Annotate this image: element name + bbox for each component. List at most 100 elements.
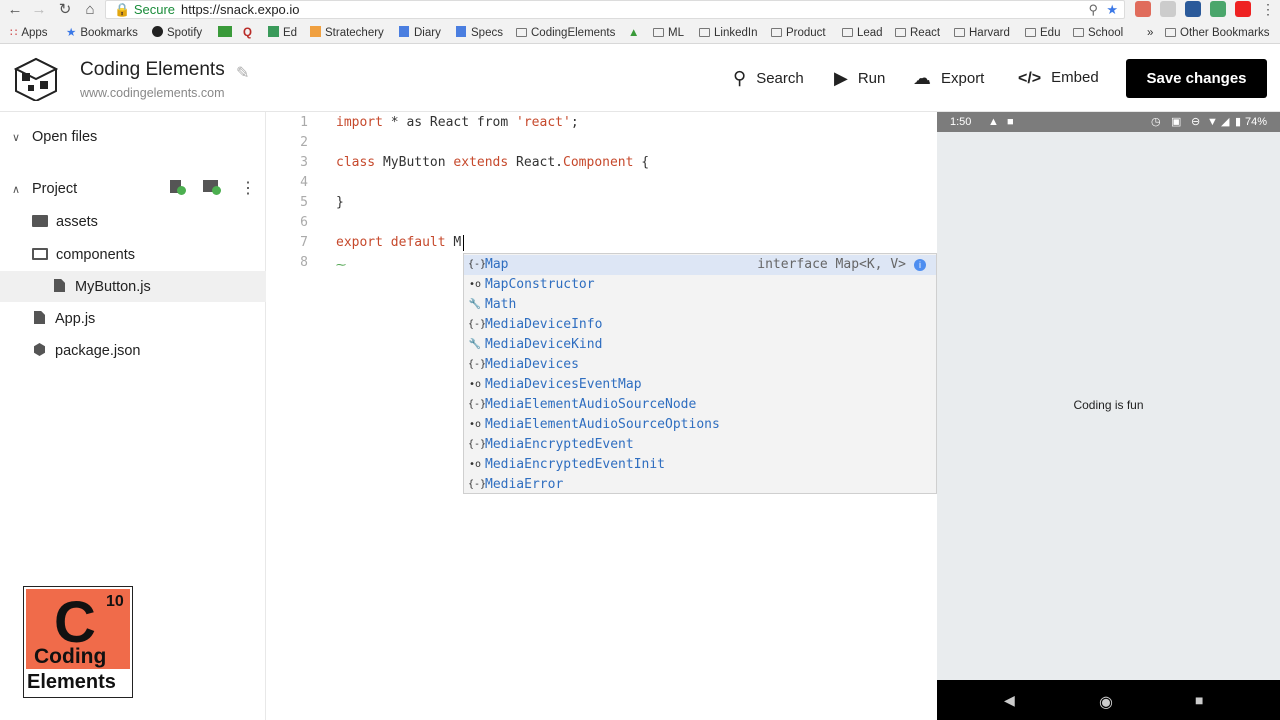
secure-label: 🔒 Secure [114,2,176,17]
autocomplete-item[interactable]: {-} MediaEncryptedEvent [464,435,936,455]
autocomplete-item[interactable]: {-} Map interface Map<K, V> i [464,255,936,275]
folder-icon [1165,28,1176,37]
sidebar-item-mybutton[interactable]: MyButton.js [54,279,151,295]
bookmark-quora[interactable]: Q [243,26,252,40]
android-back-icon[interactable]: ◀ [1004,692,1020,708]
notification-icon: ▲ [988,116,999,128]
sidebar-item-package[interactable]: package.json [34,343,140,359]
android-home-icon[interactable]: ◉ [1099,692,1115,711]
autocomplete-label: MediaEncryptedEvent [485,437,634,452]
app-url: www.codingelements.com [80,86,225,100]
extension-icon-1[interactable] [1135,1,1151,17]
address-bar[interactable]: 🔒 Secure https://snack.expo.io ⚲ ★ [105,0,1125,19]
new-folder-icon[interactable] [203,180,221,196]
techcrunch-icon [218,26,232,37]
bookmark-specs[interactable]: Specs [456,26,503,40]
sidebar-item-app[interactable]: App.js [34,311,95,327]
info-icon[interactable]: i [914,259,926,271]
battery-icon: ▮ [1235,116,1242,128]
bookmark-react[interactable]: React [895,26,940,40]
export-label: Export [941,70,985,87]
open-files-toggle[interactable]: ∨ Open files [12,129,97,145]
menu-icon[interactable]: ⋮ [1260,1,1276,17]
autocomplete-item[interactable]: {-} MediaError [464,475,936,495]
folder-icon [699,28,710,37]
sidebar-item-label: MyButton.js [75,279,151,295]
bookmark-drive[interactable]: ▲ [628,26,639,40]
bookmark-bookmarks[interactable]: ★ Bookmarks [66,26,138,40]
folder-icon [771,28,782,37]
bookmark-linkedin[interactable]: LinkedIn [699,26,757,40]
autocomplete-item[interactable]: {-} MediaElementAudioSourceNode [464,395,936,415]
stratechery-icon [310,26,321,37]
bookmarks-overflow-icon[interactable]: » [1147,26,1153,40]
extension-icon-4[interactable] [1210,1,1226,17]
variable-icon: •o [468,279,482,290]
bookmark-label: CodingElements [531,27,616,39]
sidebar-item-assets[interactable]: assets [32,214,98,230]
autocomplete-label: MediaError [485,477,564,492]
autocomplete-popup[interactable]: {-} Map interface Map<K, V> i •o MapConstruc… [463,253,937,494]
bookmark-tc[interactable] [218,26,236,40]
interface-icon: {-} [468,319,487,330]
bookmark-label: Specs [471,27,503,39]
bookmark-label: Bookmarks [80,27,138,39]
extension-icon-2[interactable] [1160,1,1176,17]
extension-icon-5[interactable] [1235,1,1251,17]
code-text: M [445,235,462,250]
bookmark-product[interactable]: Product [771,26,826,40]
autocomplete-item[interactable]: 🔧 MediaDeviceKind [464,335,936,355]
code-editor[interactable]: 1 2 3 4 5 6 7 8 import * as React from '… [266,112,937,720]
save-changes-button[interactable]: Save changes [1126,59,1267,98]
search-button[interactable]: ⚲ Search [733,67,804,89]
alarm-icon: ◷ [1151,116,1161,128]
autocomplete-item[interactable]: •o MediaEncryptedEventInit [464,455,936,475]
autocomplete-label: MediaDeviceInfo [485,317,603,332]
bookmark-apps[interactable]: ∷ Apps [10,26,48,40]
embed-button[interactable]: </> Embed [1018,67,1099,89]
bookmark-harvard[interactable]: Harvard [954,26,1010,40]
back-icon[interactable]: ← [4,1,26,19]
zoom-icon[interactable]: ⚲ [1088,1,1098,18]
home-icon[interactable]: ⌂ [79,1,101,19]
star-icon: ★ [66,27,77,39]
bookmark-spotify[interactable]: Spotify [152,26,202,40]
reload-icon[interactable]: ↻ [54,1,76,19]
autocomplete-item[interactable]: {-} MediaDeviceInfo [464,315,936,335]
bookmark-edu[interactable]: Edu [1025,26,1060,40]
new-file-icon[interactable] [170,180,186,196]
browser-chrome: ← → ↻ ⌂ 🔒 Secure https://snack.expo.io ⚲… [0,0,1280,44]
edit-name-icon[interactable]: ✎ [236,63,249,83]
bookmark-other[interactable]: Other Bookmarks [1165,26,1269,40]
android-recents-icon[interactable]: ■ [1195,692,1211,708]
autocomplete-label: MediaDevices [485,357,579,372]
export-button[interactable]: ☁ Export [913,67,984,89]
project-toggle[interactable]: ∧ Project [12,181,77,197]
autocomplete-item[interactable]: {-} MediaDevices [464,355,936,375]
bookmark-ml[interactable]: ML [653,26,684,40]
sidebar-item-components[interactable]: components [32,247,135,263]
bookmark-star-icon[interactable]: ★ [1106,1,1118,18]
device-time: 1:50 [950,116,972,128]
run-button[interactable]: ▶ Run [834,67,885,89]
bookmark-ed[interactable]: Ed [268,26,297,40]
autocomplete-item[interactable]: •o MapConstructor [464,275,936,295]
line-number: 7 [300,235,308,250]
bookmark-codingelements[interactable]: CodingElements [516,26,615,40]
bookmark-stratechery[interactable]: Stratechery [310,26,384,40]
forward-icon[interactable]: → [28,1,50,19]
bookmark-diary[interactable]: Diary [399,26,441,40]
bookmark-label: ML [668,27,684,39]
autocomplete-item[interactable]: 🔧 Math [464,295,936,315]
more-options-icon[interactable]: ⋮ [240,178,256,198]
autocomplete-item[interactable]: •o MediaElementAudioSourceOptions [464,415,936,435]
text-cursor [463,235,464,251]
variable-icon: •o [468,459,482,470]
search-icon: ⚲ [733,68,747,88]
bookmark-lead[interactable]: Lead [842,26,883,40]
autocomplete-item[interactable]: •o MediaDevicesEventMap [464,375,936,395]
badge-number: 10 [106,593,124,610]
extension-icon-3[interactable] [1185,1,1201,17]
bookmark-school[interactable]: School [1073,26,1123,40]
folder-icon [516,28,527,37]
